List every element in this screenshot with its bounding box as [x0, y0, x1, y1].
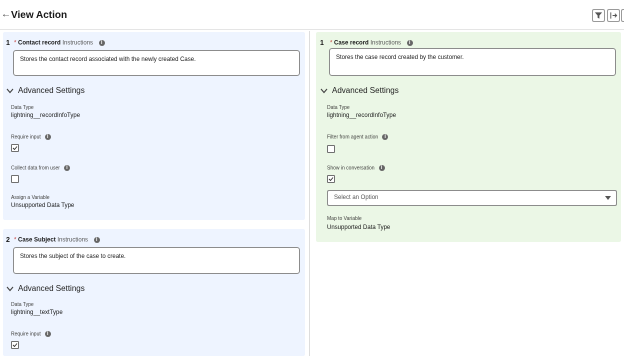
collect-data-label: Collect data from user i	[11, 165, 70, 171]
instructions-textarea[interactable]: Stores the contact record associated wit…	[13, 50, 300, 76]
info-icon[interactable]: i	[44, 331, 51, 337]
data-type-value: lightning__textType	[11, 310, 63, 316]
arrow-left-icon[interactable]: ←	[1, 9, 11, 21]
instructions-text: Stores the subject of the case to create…	[20, 254, 126, 260]
instructions-textarea[interactable]: Stores the subject of the case to create…	[13, 247, 300, 274]
chevron-down-icon	[6, 88, 14, 94]
check-icon	[12, 343, 18, 348]
chevron-down-icon	[6, 286, 14, 292]
assign-variable-value: Unsupported Data Type	[11, 203, 75, 209]
info-icon[interactable]: i	[93, 237, 100, 243]
instructions-text: Stores the case record created by the cu…	[336, 55, 464, 61]
data-type-label: Data Type	[11, 302, 34, 308]
map-variable-label: Map to Variable	[327, 216, 362, 222]
info-icon[interactable]: i	[98, 40, 105, 46]
require-input-checkbox[interactable]	[11, 341, 19, 349]
filter-agent-label: Filter from agent action i	[327, 134, 389, 140]
collect-data-checkbox[interactable]	[11, 175, 19, 183]
require-input-label: Require input i	[11, 331, 51, 337]
data-type-label: Data Type	[327, 105, 350, 111]
show-conversation-checkbox[interactable]	[327, 175, 335, 183]
advanced-settings-title: Advanced Settings	[18, 86, 85, 95]
select-placeholder: Select an Option	[334, 195, 379, 201]
info-icon[interactable]: i	[378, 165, 385, 171]
input-label: * Contact record Instructions i	[14, 40, 105, 47]
output-panel-case-record: 1 * Case record Instructions i Stores th…	[316, 32, 621, 242]
data-type-label: Data Type	[11, 105, 34, 111]
output-label: * Case record Instructions i	[330, 40, 413, 47]
check-icon	[12, 146, 18, 151]
advanced-settings-title: Advanced Settings	[332, 86, 399, 95]
expand-button[interactable]	[607, 9, 620, 22]
variable-select[interactable]: Select an Option	[327, 190, 617, 206]
instructions-textarea[interactable]: Stores the case record created by the cu…	[329, 48, 616, 76]
input-number: 2	[6, 237, 10, 244]
show-conversation-label: Show in conversation i	[327, 165, 385, 171]
filter-agent-checkbox[interactable]	[327, 145, 335, 153]
filter-icon	[594, 12, 603, 19]
info-icon[interactable]: i	[406, 40, 413, 46]
check-icon	[328, 177, 334, 182]
chevron-down-icon	[320, 88, 328, 94]
page-header: ← View Action	[0, 0, 624, 30]
info-icon[interactable]: i	[382, 134, 389, 140]
require-input-checkbox[interactable]	[11, 144, 19, 152]
input-number: 1	[6, 40, 10, 47]
info-icon[interactable]: i	[44, 134, 51, 140]
column-divider	[309, 31, 310, 356]
info-icon[interactable]: i	[63, 165, 70, 171]
instructions-text: Stores the contact record associated wit…	[20, 57, 196, 63]
data-type-value: lightning__recordInfoType	[11, 113, 81, 119]
input-panel-case-subject: 2 * Case Subject Instructions i Stores t…	[3, 229, 305, 356]
assign-variable-label: Assign a Variable	[11, 195, 50, 201]
data-type-value: lightning__recordInfoType	[327, 113, 397, 119]
advanced-settings-title: Advanced Settings	[18, 284, 85, 293]
chevron-down-icon	[605, 196, 611, 200]
page-title: View Action	[11, 10, 68, 21]
input-panel-contact-record: 1 * Contact record Instructions i Stores…	[3, 32, 305, 220]
output-number: 1	[320, 40, 324, 47]
require-input-label: Require input i	[11, 134, 51, 140]
map-variable-value: Unsupported Data Type	[327, 225, 391, 231]
filter-button[interactable]	[592, 9, 605, 22]
expand-icon	[610, 12, 618, 19]
input-label: * Case Subject Instructions i	[14, 237, 100, 244]
